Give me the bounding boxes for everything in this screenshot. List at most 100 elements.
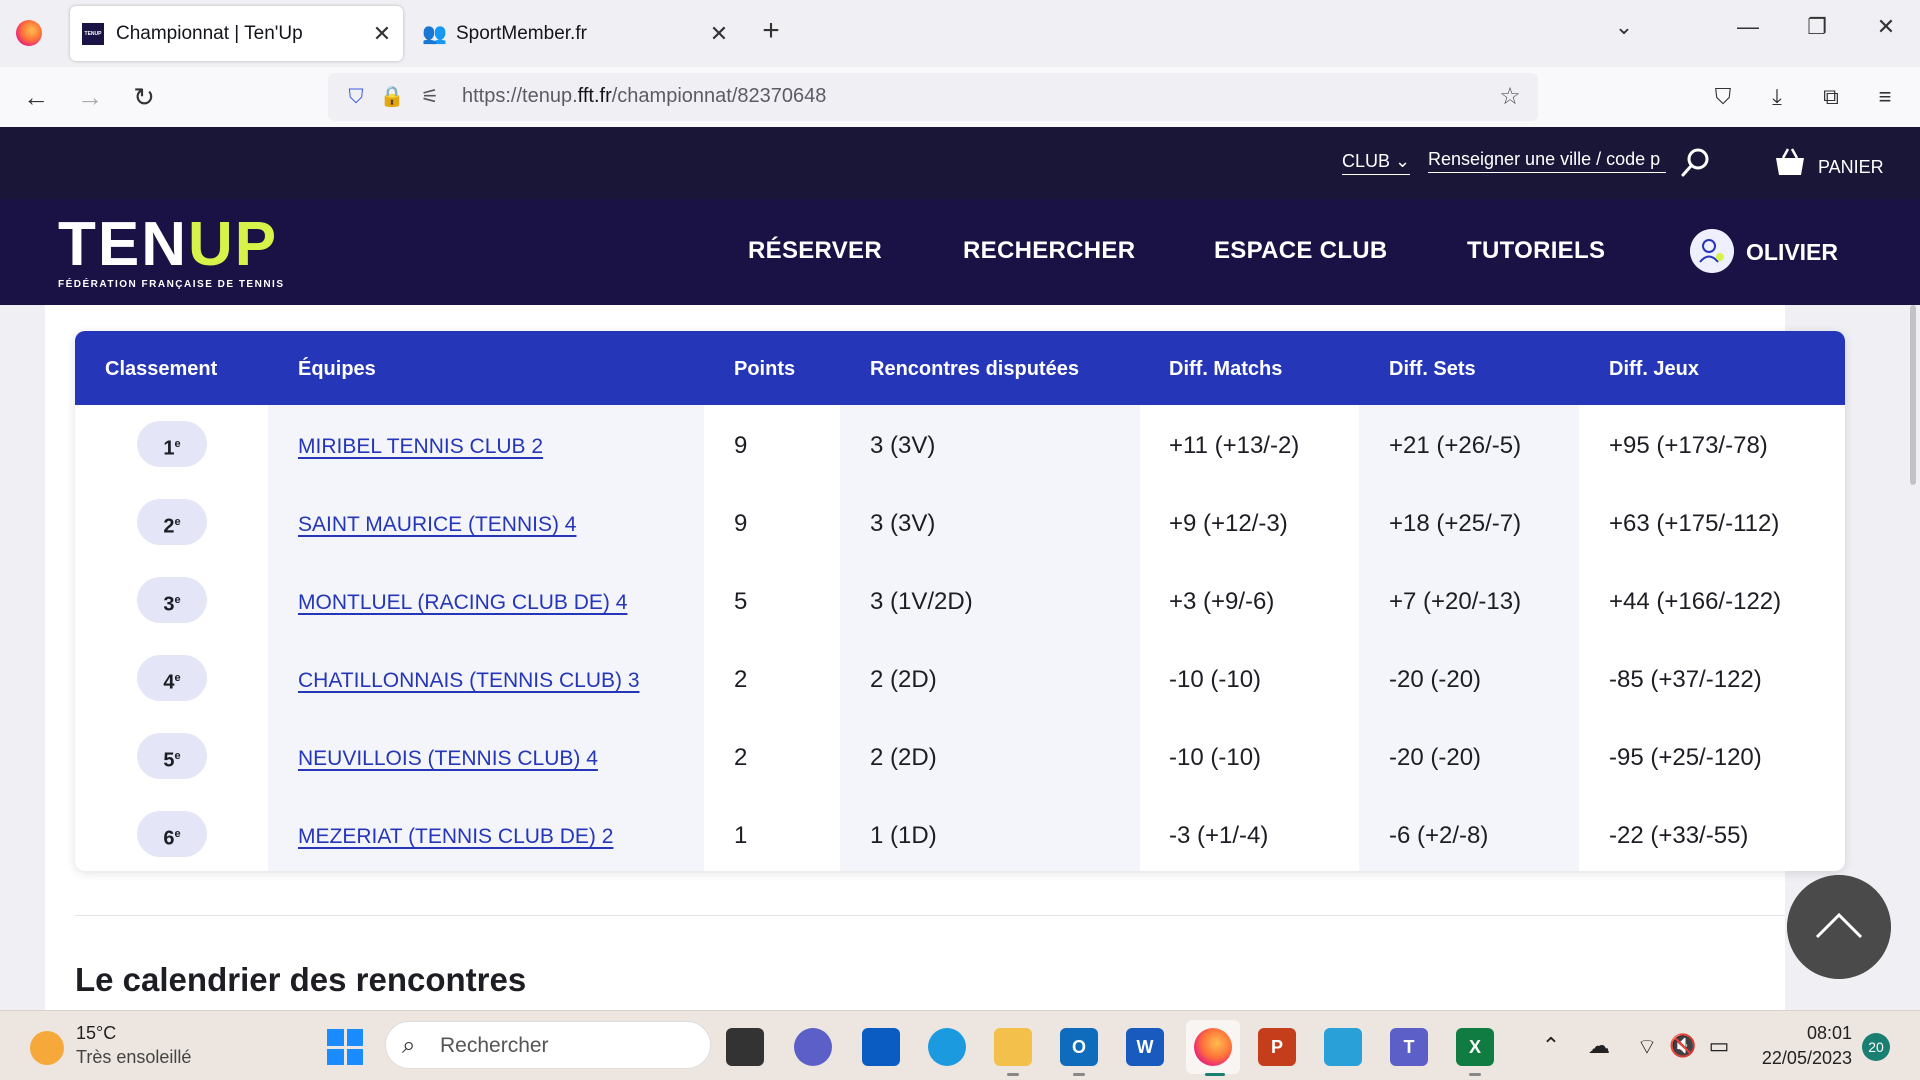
- logo-ten: TEN: [58, 210, 188, 279]
- team-link[interactable]: MEZERIAT (TENNIS CLUB DE) 2: [298, 825, 613, 849]
- user-avatar-icon[interactable]: [1690, 229, 1734, 273]
- header-diff-jeux: Diff. Jeux: [1609, 358, 1700, 380]
- reload-icon[interactable]: ↻: [126, 81, 162, 113]
- teams-icon[interactable]: T: [1390, 1028, 1428, 1066]
- diff-sets-cell: +21 (+26/-5): [1389, 432, 1522, 459]
- sun-icon[interactable]: [30, 1031, 64, 1065]
- diff-sets-cell: +18 (+25/-7): [1389, 510, 1522, 537]
- wifi-icon[interactable]: ⌔: [1632, 1033, 1662, 1061]
- running-indicator: [1469, 1073, 1481, 1076]
- url-text[interactable]: https://tenup.fft.fr/championnat/8237064…: [462, 85, 826, 108]
- chevron-up-icon[interactable]: ⌃: [1536, 1033, 1566, 1059]
- powerpoint-icon[interactable]: P: [1258, 1028, 1296, 1066]
- tab-sportmember[interactable]: 👥 SportMember.fr ✕: [410, 6, 740, 61]
- windows-start-icon[interactable]: [327, 1029, 363, 1065]
- running-indicator: [1007, 1073, 1019, 1076]
- team-link[interactable]: MONTLUEL (RACING CLUB DE) 4: [298, 591, 627, 615]
- word-icon[interactable]: W: [1126, 1028, 1164, 1066]
- search-icon[interactable]: [1678, 145, 1714, 181]
- cloud-icon[interactable]: ☁: [1584, 1033, 1614, 1059]
- table-header: Classement Équipes Points Rencontres dis…: [75, 331, 1845, 405]
- minimize-icon[interactable]: —: [1728, 14, 1768, 40]
- search-icon: ⌕: [402, 1032, 416, 1059]
- team-link[interactable]: NEUVILLOIS (TENNIS CLUB) 4: [298, 747, 598, 771]
- lock-icon[interactable]: 🔒: [378, 83, 406, 111]
- rank-number: 1: [163, 437, 175, 460]
- points-cell: 9: [734, 432, 748, 459]
- edge-icon[interactable]: [928, 1028, 966, 1066]
- diff-sets-cell: +7 (+20/-13): [1389, 588, 1522, 615]
- diff-jeux-cell: +95 (+173/-78): [1609, 432, 1768, 459]
- tab-championnat[interactable]: TENUP Championnat | Ten'Up ✕: [70, 6, 403, 61]
- menu-tutoriels[interactable]: TUTORIELS: [1467, 237, 1605, 265]
- city-search-input[interactable]: [1428, 149, 1666, 173]
- teams-chat-icon[interactable]: [794, 1028, 832, 1066]
- team-link[interactable]: CHATILLONNAIS (TENNIS CLUB) 3: [298, 669, 640, 693]
- page-scrollbar[interactable]: [1910, 305, 1916, 485]
- speaker-muted-icon[interactable]: 🔇: [1668, 1033, 1698, 1059]
- played-cell: 3 (3V): [870, 510, 936, 537]
- tenup-favicon-icon: TENUP: [82, 22, 104, 45]
- club-select[interactable]: CLUB ⌄: [1342, 151, 1411, 175]
- restore-icon[interactable]: ❐: [1797, 14, 1837, 40]
- rank-badge: 2e: [137, 499, 207, 545]
- calendar-section-title: Le calendrier des rencontres: [75, 961, 527, 998]
- hamburger-menu-icon[interactable]: ≡: [1868, 81, 1902, 113]
- scroll-to-top-button[interactable]: [1787, 875, 1891, 979]
- rank-badge: 3e: [137, 577, 207, 623]
- tenup-logo[interactable]: TENUP FÉDÉRATION FRANÇAISE DE TENNIS: [58, 214, 285, 291]
- extensions-icon[interactable]: ⧉: [1814, 81, 1848, 113]
- bookmark-star-icon[interactable]: ☆: [1496, 83, 1524, 111]
- shield-icon[interactable]: ⛉: [342, 83, 370, 111]
- new-tab-button[interactable]: +: [756, 14, 786, 48]
- rank-suffix: e: [174, 828, 181, 840]
- store-icon[interactable]: [862, 1028, 900, 1066]
- running-indicator: [1073, 1073, 1085, 1076]
- app-icon[interactable]: [1324, 1028, 1362, 1066]
- rank-number: 6: [163, 827, 175, 850]
- rank-suffix: e: [174, 438, 181, 450]
- forward-arrow-icon[interactable]: →: [72, 81, 108, 113]
- menu-reserver[interactable]: RÉSERVER: [748, 237, 882, 265]
- excel-icon[interactable]: X: [1456, 1028, 1494, 1066]
- diff-jeux-cell: -85 (+37/-122): [1609, 666, 1762, 693]
- cart-label[interactable]: PANIER: [1818, 157, 1884, 178]
- user-name[interactable]: OLIVIER: [1746, 239, 1838, 266]
- rank-number: 4: [163, 671, 175, 694]
- played-cell: 1 (1D): [870, 822, 937, 849]
- close-window-icon[interactable]: ✕: [1866, 14, 1906, 40]
- diff-matchs-cell: -10 (-10): [1169, 666, 1262, 693]
- firefox-icon[interactable]: [1194, 1028, 1232, 1066]
- file-explorer-icon[interactable]: [994, 1028, 1032, 1066]
- close-tab-icon[interactable]: ✕: [704, 21, 734, 47]
- weather-description[interactable]: Très ensoleillé: [76, 1047, 191, 1068]
- table-row: 5e NEUVILLOIS (TENNIS CLUB) 4 2 2 (2D) -10 (…: [75, 717, 1845, 795]
- permissions-icon[interactable]: ⚟: [416, 83, 444, 111]
- menu-rechercher[interactable]: RECHERCHER: [963, 237, 1135, 265]
- back-arrow-icon[interactable]: ←: [18, 81, 54, 113]
- chevron-down-icon: ⌄: [1395, 151, 1411, 171]
- url-bar[interactable]: ⛉ 🔒 ⚟ https://tenup.fft.fr/championnat/8…: [328, 73, 1538, 121]
- download-icon[interactable]: ⤓: [1760, 81, 1794, 113]
- played-cell: 2 (2D): [870, 744, 937, 771]
- task-view-icon[interactable]: [726, 1028, 764, 1066]
- team-link[interactable]: MIRIBEL TENNIS CLUB 2: [298, 435, 543, 459]
- firefox-menu-icon[interactable]: [16, 20, 42, 46]
- battery-icon[interactable]: ▭: [1704, 1033, 1734, 1059]
- header-points: Points: [734, 358, 796, 380]
- pocket-icon[interactable]: ⛉: [1706, 81, 1740, 113]
- notification-badge[interactable]: 20: [1862, 1033, 1890, 1061]
- diff-sets-cell: -6 (+2/-8): [1389, 822, 1489, 849]
- taskbar-search[interactable]: ⌕ Rechercher: [385, 1021, 711, 1069]
- list-tabs-chevron-icon[interactable]: ⌄: [1604, 14, 1644, 40]
- basket-icon[interactable]: [1774, 147, 1806, 177]
- menu-espace-club[interactable]: ESPACE CLUB: [1214, 237, 1388, 265]
- close-tab-icon[interactable]: ✕: [367, 21, 397, 47]
- team-link[interactable]: SAINT MAURICE (TENNIS) 4: [298, 513, 576, 537]
- diff-sets-cell: -20 (-20): [1389, 744, 1482, 771]
- rank-suffix: e: [174, 516, 181, 528]
- outlook-icon[interactable]: O: [1060, 1028, 1098, 1066]
- points-cell: 9: [734, 510, 748, 537]
- weather-temperature[interactable]: 15°C: [76, 1023, 116, 1044]
- clock[interactable]: 08:01 22/05/2023: [1752, 1023, 1852, 1069]
